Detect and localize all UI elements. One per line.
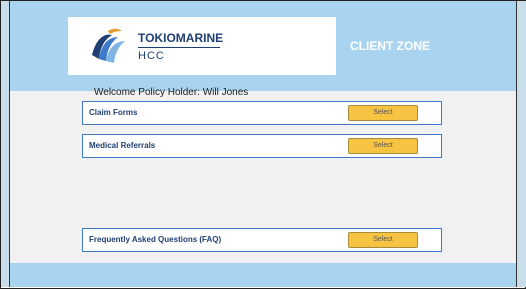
menu-row-label: Frequently Asked Questions (FAQ) — [89, 235, 222, 244]
claim-forms-select-button[interactable]: Select — [348, 105, 418, 121]
right-side-panel — [516, 1, 526, 287]
menu-row-medical-referrals: Medical Referrals Select — [82, 134, 442, 158]
company-logo[interactable]: TOKIOMARINE HCC — [68, 17, 336, 75]
menu-row-label: Medical Referrals — [89, 141, 156, 150]
menu-row-label: Claim Forms — [89, 108, 138, 117]
client-zone-title: CLIENT ZONE — [350, 39, 430, 53]
menu-row-claim-forms: Claim Forms Select — [82, 101, 442, 125]
faq-select-button[interactable]: Select — [348, 232, 418, 248]
header-bar: TOKIOMARINE HCC CLIENT ZONE — [10, 1, 516, 91]
menu-row-faq: Frequently Asked Questions (FAQ) Select — [82, 228, 442, 252]
client-zone-app: TOKIOMARINE HCC CLIENT ZONE Welcome Poli… — [10, 1, 516, 287]
medical-referrals-select-button[interactable]: Select — [348, 138, 418, 154]
brand-subname: HCC — [138, 50, 165, 62]
brand-name: TOKIOMARINE — [138, 31, 224, 45]
welcome-message: Welcome Policy Holder: Will Jones — [94, 87, 249, 98]
left-side-panel — [1, 1, 10, 287]
tokio-marine-wave-logo-icon — [92, 28, 125, 63]
brand-divider — [138, 47, 220, 48]
footer-bar — [10, 263, 516, 287]
